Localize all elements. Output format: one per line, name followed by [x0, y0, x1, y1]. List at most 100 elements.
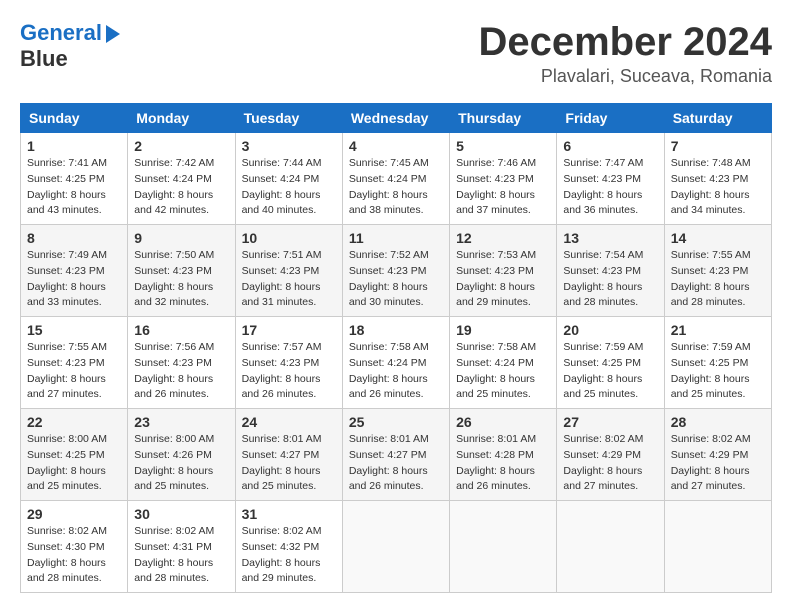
day-info: Sunrise: 7:58 AMSunset: 4:24 PMDaylight:… [456, 340, 550, 403]
calendar-cell: 11Sunrise: 7:52 AMSunset: 4:23 PMDayligh… [342, 225, 449, 317]
day-info: Sunrise: 7:48 AMSunset: 4:23 PMDaylight:… [671, 156, 765, 219]
calendar-table: SundayMondayTuesdayWednesdayThursdayFrid… [20, 103, 772, 593]
calendar-cell: 19 Sunrise: 7:58 AMSunset: 4:24 PMDayligh… [450, 317, 557, 409]
day-number: 9 [134, 230, 228, 246]
header-saturday: Saturday [664, 104, 771, 133]
location-text: Plavalari, Suceava, Romania [478, 66, 772, 87]
day-number: 7 [671, 138, 765, 154]
header-tuesday: Tuesday [235, 104, 342, 133]
calendar-cell: 10 Sunrise: 7:51 AMSunset: 4:23 PMDayligh… [235, 225, 342, 317]
day-number: 18 [349, 322, 443, 338]
day-info: Sunrise: 7:45 AMSunset: 4:24 PMDaylight:… [349, 156, 443, 219]
day-number: 28 [671, 414, 765, 430]
header-sunday: Sunday [21, 104, 128, 133]
day-number: 27 [563, 414, 657, 430]
month-title: December 2024 [478, 20, 772, 64]
day-number: 19 [456, 322, 550, 338]
day-info: Sunrise: 7:42 AMSunset: 4:24 PMDaylight:… [134, 156, 228, 219]
header-friday: Friday [557, 104, 664, 133]
header-monday: Monday [128, 104, 235, 133]
day-info: Sunrise: 7:53 AMSunset: 4:23 PMDaylight:… [456, 248, 550, 311]
calendar-cell: 24 Sunrise: 8:01 AMSunset: 4:27 PMDayligh… [235, 409, 342, 501]
day-info: Sunrise: 8:02 AMSunset: 4:29 PMDaylight:… [563, 432, 657, 495]
day-info: Sunrise: 7:51 AMSunset: 4:23 PMDaylight:… [242, 248, 336, 311]
day-info: Sunrise: 7:55 AMSunset: 4:23 PMDaylight:… [671, 248, 765, 311]
day-info: Sunrise: 8:00 AMSunset: 4:26 PMDaylight:… [134, 432, 228, 495]
day-info: Sunrise: 7:52 AMSunset: 4:23 PMDaylight:… [349, 248, 443, 311]
day-number: 3 [242, 138, 336, 154]
calendar-cell: 5 Sunrise: 7:46 AMSunset: 4:23 PMDaylight… [450, 133, 557, 225]
calendar-cell [664, 501, 771, 593]
calendar-header-row: SundayMondayTuesdayWednesdayThursdayFrid… [21, 104, 772, 133]
day-number: 25 [349, 414, 443, 430]
day-info: Sunrise: 7:57 AMSunset: 4:23 PMDaylight:… [242, 340, 336, 403]
calendar-cell: 14 Sunrise: 7:55 AMSunset: 4:23 PMDayligh… [664, 225, 771, 317]
day-info: Sunrise: 7:49 AMSunset: 4:23 PMDaylight:… [27, 248, 121, 311]
day-number: 29 [27, 506, 121, 522]
calendar-cell: 6 Sunrise: 7:47 AMSunset: 4:23 PMDaylight… [557, 133, 664, 225]
calendar-week-3: 15 Sunrise: 7:55 AMSunset: 4:23 PMDayligh… [21, 317, 772, 409]
day-info: Sunrise: 8:01 AMSunset: 4:27 PMDaylight:… [349, 432, 443, 495]
title-block: December 2024 Plavalari, Suceava, Romani… [478, 20, 772, 87]
day-info: Sunrise: 7:55 AMSunset: 4:23 PMDaylight:… [27, 340, 121, 403]
calendar-cell: 1 Sunrise: 7:41 AMSunset: 4:25 PMDaylight… [21, 133, 128, 225]
day-info: Sunrise: 7:50 AMSunset: 4:23 PMDaylight:… [134, 248, 228, 311]
day-info: Sunrise: 7:59 AMSunset: 4:25 PMDaylight:… [671, 340, 765, 403]
day-info: Sunrise: 7:46 AMSunset: 4:23 PMDaylight:… [456, 156, 550, 219]
day-number: 4 [349, 138, 443, 154]
day-number: 12 [456, 230, 550, 246]
day-info: Sunrise: 7:41 AMSunset: 4:25 PMDaylight:… [27, 156, 121, 219]
day-info: Sunrise: 8:00 AMSunset: 4:25 PMDaylight:… [27, 432, 121, 495]
day-number: 10 [242, 230, 336, 246]
header-thursday: Thursday [450, 104, 557, 133]
day-info: Sunrise: 7:47 AMSunset: 4:23 PMDaylight:… [563, 156, 657, 219]
calendar-week-2: 8 Sunrise: 7:49 AMSunset: 4:23 PMDaylight… [21, 225, 772, 317]
calendar-week-5: 29 Sunrise: 8:02 AMSunset: 4:30 PMDayligh… [21, 501, 772, 593]
day-number: 16 [134, 322, 228, 338]
calendar-cell: 26 Sunrise: 8:01 AMSunset: 4:28 PMDayligh… [450, 409, 557, 501]
day-number: 23 [134, 414, 228, 430]
day-number: 22 [27, 414, 121, 430]
calendar-cell: 23 Sunrise: 8:00 AMSunset: 4:26 PMDayligh… [128, 409, 235, 501]
day-number: 21 [671, 322, 765, 338]
calendar-week-4: 22 Sunrise: 8:00 AMSunset: 4:25 PMDayligh… [21, 409, 772, 501]
header-wednesday: Wednesday [342, 104, 449, 133]
logo-text-blue: Blue [20, 46, 120, 72]
day-number: 24 [242, 414, 336, 430]
day-number: 26 [456, 414, 550, 430]
day-info: Sunrise: 8:02 AMSunset: 4:29 PMDaylight:… [671, 432, 765, 495]
day-info: Sunrise: 8:01 AMSunset: 4:27 PMDaylight:… [242, 432, 336, 495]
logo-arrow-icon [106, 25, 120, 43]
calendar-cell [557, 501, 664, 593]
day-number: 14 [671, 230, 765, 246]
calendar-cell: 17 Sunrise: 7:57 AMSunset: 4:23 PMDayligh… [235, 317, 342, 409]
day-number: 17 [242, 322, 336, 338]
calendar-cell: 28 Sunrise: 8:02 AMSunset: 4:29 PMDayligh… [664, 409, 771, 501]
day-number: 30 [134, 506, 228, 522]
calendar-cell: 16Sunrise: 7:56 AMSunset: 4:23 PMDayligh… [128, 317, 235, 409]
day-info: Sunrise: 8:02 AMSunset: 4:32 PMDaylight:… [242, 524, 336, 587]
calendar-cell: 7 Sunrise: 7:48 AMSunset: 4:23 PMDaylight… [664, 133, 771, 225]
day-info: Sunrise: 8:02 AMSunset: 4:31 PMDaylight:… [134, 524, 228, 587]
logo: General Blue [20, 20, 120, 73]
calendar-cell: 9 Sunrise: 7:50 AMSunset: 4:23 PMDaylight… [128, 225, 235, 317]
calendar-cell [450, 501, 557, 593]
day-info: Sunrise: 7:54 AMSunset: 4:23 PMDaylight:… [563, 248, 657, 311]
calendar-cell: 27 Sunrise: 8:02 AMSunset: 4:29 PMDayligh… [557, 409, 664, 501]
day-number: 6 [563, 138, 657, 154]
calendar-cell: 29 Sunrise: 8:02 AMSunset: 4:30 PMDayligh… [21, 501, 128, 593]
day-number: 8 [27, 230, 121, 246]
day-number: 15 [27, 322, 121, 338]
day-number: 5 [456, 138, 550, 154]
logo-text-general: General [20, 20, 102, 46]
day-info: Sunrise: 7:44 AMSunset: 4:24 PMDaylight:… [242, 156, 336, 219]
day-info: Sunrise: 8:02 AMSunset: 4:30 PMDaylight:… [27, 524, 121, 587]
calendar-cell: 20Sunrise: 7:59 AMSunset: 4:25 PMDayligh… [557, 317, 664, 409]
day-info: Sunrise: 8:01 AMSunset: 4:28 PMDaylight:… [456, 432, 550, 495]
day-number: 2 [134, 138, 228, 154]
day-number: 1 [27, 138, 121, 154]
calendar-cell: 15 Sunrise: 7:55 AMSunset: 4:23 PMDayligh… [21, 317, 128, 409]
calendar-cell [342, 501, 449, 593]
day-info: Sunrise: 7:58 AMSunset: 4:24 PMDaylight:… [349, 340, 443, 403]
day-number: 13 [563, 230, 657, 246]
